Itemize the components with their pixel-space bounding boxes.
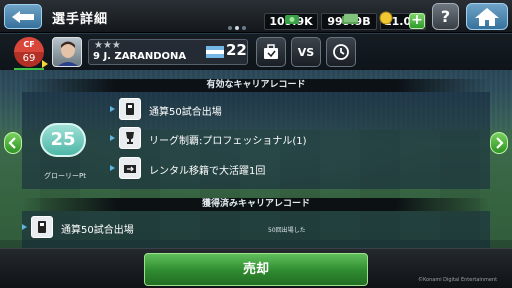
glory-points-badge: 25 [40,123,86,157]
question-icon: ? [440,7,451,26]
home-button[interactable] [466,3,508,30]
condition-bar [14,68,44,70]
money-icon [342,14,358,24]
glory-points-label: グローリーPt [44,172,86,180]
vs-label: VS [297,45,315,59]
condition-arrow-icon [42,60,48,68]
clock-icon [333,44,349,60]
earned-records-header: 獲得済みキャリアレコード [22,198,490,211]
history-button[interactable] [326,37,356,67]
active-record-row[interactable]: レンタル移籍で大活躍1回 [110,157,410,181]
stadium-icon [31,216,53,238]
back-button[interactable] [4,4,42,29]
transfer-icon [119,157,141,179]
record-label: リーグ制覇:プロフェッショナル(1) [149,136,307,147]
page-dot-active [235,26,239,30]
chevron-right-icon [496,137,504,149]
page-dot [242,26,246,30]
next-page-button[interactable] [490,132,508,154]
stadium-icon [119,98,141,120]
player-name-box: ★★★ 9 J. ZARANDONA [88,39,248,65]
nationality-flag-icon [206,46,224,58]
record-label: 通算50試合出場 [61,225,134,236]
top-bar: 選手詳細 109.9K 999.9B 11.0M + ? [0,0,512,33]
coin-counter: 999.9B [321,13,377,30]
gp-counter: 109.9K [264,13,318,30]
page-title: 選手詳細 [52,12,109,27]
home-icon [475,7,499,26]
position-label: CF [14,37,44,52]
page-dot [228,26,232,30]
sell-button[interactable]: 売却 [144,253,368,286]
trophy-icon [119,127,141,149]
active-record-row[interactable]: リーグ制覇:プロフェッショナル(1) [110,127,410,151]
gp-icon [285,15,299,24]
record-label: レンタル移籍で大活躍1回 [149,166,266,177]
prev-page-button[interactable] [4,132,22,154]
row-arrow-icon [110,135,115,141]
copyright-text: ©Konami Digital Entertainment [418,277,498,283]
active-records-header: 有効なキャリアレコード [22,79,490,92]
page-indicator [228,26,246,30]
compare-button[interactable]: VS [291,37,321,67]
active-record-row[interactable]: 通算50試合出場 [110,98,410,122]
back-arrow-icon [12,10,34,23]
player-level: 22 [226,41,247,59]
row-arrow-icon [110,165,115,171]
training-button[interactable] [256,37,286,67]
row-arrow-icon [110,106,115,112]
player-portrait[interactable] [52,37,82,67]
record-label: 通算50試合出場 [149,107,222,118]
add-coins-button[interactable]: + [409,13,425,29]
position-badge: CF 69 [14,37,44,67]
help-button[interactable]: ? [432,3,459,30]
chevron-left-icon [8,137,16,149]
player-face-icon [58,41,78,66]
training-icon [264,44,278,59]
coin-icon [379,11,393,25]
row-arrow-icon [22,224,27,230]
player-strip: CF 69 ★★★ 9 J. ZARANDONA 22 VS [0,34,512,70]
player-name: 9 J. ZARANDONA [93,51,187,62]
player-stars: ★★★ [94,40,121,51]
record-note: 50回出場した [268,227,306,234]
player-rating: 69 [14,52,44,67]
